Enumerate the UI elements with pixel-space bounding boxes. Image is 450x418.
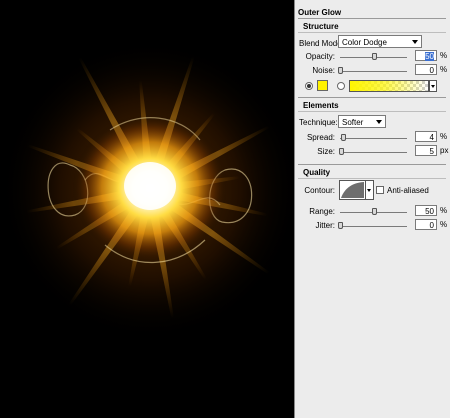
layer-style-panel: Outer Glow Structure Blend Mode: Color D… <box>294 0 450 418</box>
spread-field[interactable]: 4 <box>415 131 437 142</box>
divider <box>298 164 446 165</box>
divider <box>298 97 446 98</box>
noise-slider-track[interactable] <box>340 71 407 72</box>
opacity-field[interactable]: 50 <box>415 50 437 61</box>
gradient-menu-button[interactable] <box>429 80 437 92</box>
divider <box>298 18 446 19</box>
jitter-field[interactable]: 0 <box>415 219 437 230</box>
chevron-down-icon <box>412 40 418 44</box>
contour-curve-icon <box>341 182 364 198</box>
size-label: Size: <box>317 147 335 156</box>
chevron-down-icon <box>376 120 382 124</box>
gradient-radio[interactable] <box>337 82 345 90</box>
anti-aliased-checkbox[interactable] <box>376 186 384 194</box>
image-canvas <box>0 0 294 418</box>
panel-title: Outer Glow <box>298 8 342 17</box>
elements-title: Elements <box>303 101 339 110</box>
divider <box>298 178 446 179</box>
technique-dropdown[interactable]: Softer <box>338 115 386 128</box>
jitter-slider-track[interactable] <box>340 226 407 227</box>
range-label: Range: <box>309 207 335 216</box>
opacity-label: Opacity: <box>305 52 335 61</box>
jitter-label: Jitter: <box>315 221 335 230</box>
anti-aliased-label: Anti-aliased <box>387 186 429 195</box>
range-slider-thumb[interactable] <box>371 208 377 215</box>
size-slider-track[interactable] <box>340 152 407 153</box>
blend-mode-dropdown[interactable]: Color Dodge <box>338 35 422 48</box>
range-unit: % <box>440 206 448 215</box>
spread-slider-track[interactable] <box>340 138 407 139</box>
glow-gradient-picker[interactable] <box>349 80 429 92</box>
range-field[interactable]: 50 <box>415 205 437 216</box>
contour-label: Contour: <box>304 186 335 195</box>
noise-slider-thumb[interactable] <box>338 67 343 74</box>
spread-unit: % <box>440 132 448 141</box>
divider <box>298 111 446 112</box>
noise-label: Noise: <box>312 66 335 75</box>
technique-label: Technique: <box>299 118 338 127</box>
glow-color-swatch[interactable] <box>317 80 328 91</box>
size-slider-thumb[interactable] <box>339 148 345 155</box>
spread-slider-thumb[interactable] <box>340 134 346 141</box>
size-field[interactable]: 5 <box>415 145 437 156</box>
contour-menu-button[interactable] <box>366 180 374 200</box>
noise-field[interactable]: 0 <box>415 64 437 75</box>
opacity-unit: % <box>440 51 448 60</box>
blend-mode-label: Blend Mode: <box>299 39 344 48</box>
noise-unit: % <box>440 65 448 74</box>
opacity-slider-thumb[interactable] <box>371 53 377 60</box>
size-unit: px <box>440 146 449 155</box>
spread-label: Spread: <box>306 133 335 142</box>
solid-color-radio[interactable] <box>305 82 313 90</box>
contour-picker[interactable] <box>339 180 366 200</box>
jitter-slider-thumb[interactable] <box>338 222 343 229</box>
technique-value: Softer <box>342 118 364 127</box>
blend-mode-value: Color Dodge <box>342 38 387 47</box>
structure-title: Structure <box>303 22 339 31</box>
quality-title: Quality <box>303 168 331 177</box>
divider <box>298 32 446 33</box>
glow-burst-image <box>0 0 294 418</box>
jitter-unit: % <box>440 220 448 229</box>
